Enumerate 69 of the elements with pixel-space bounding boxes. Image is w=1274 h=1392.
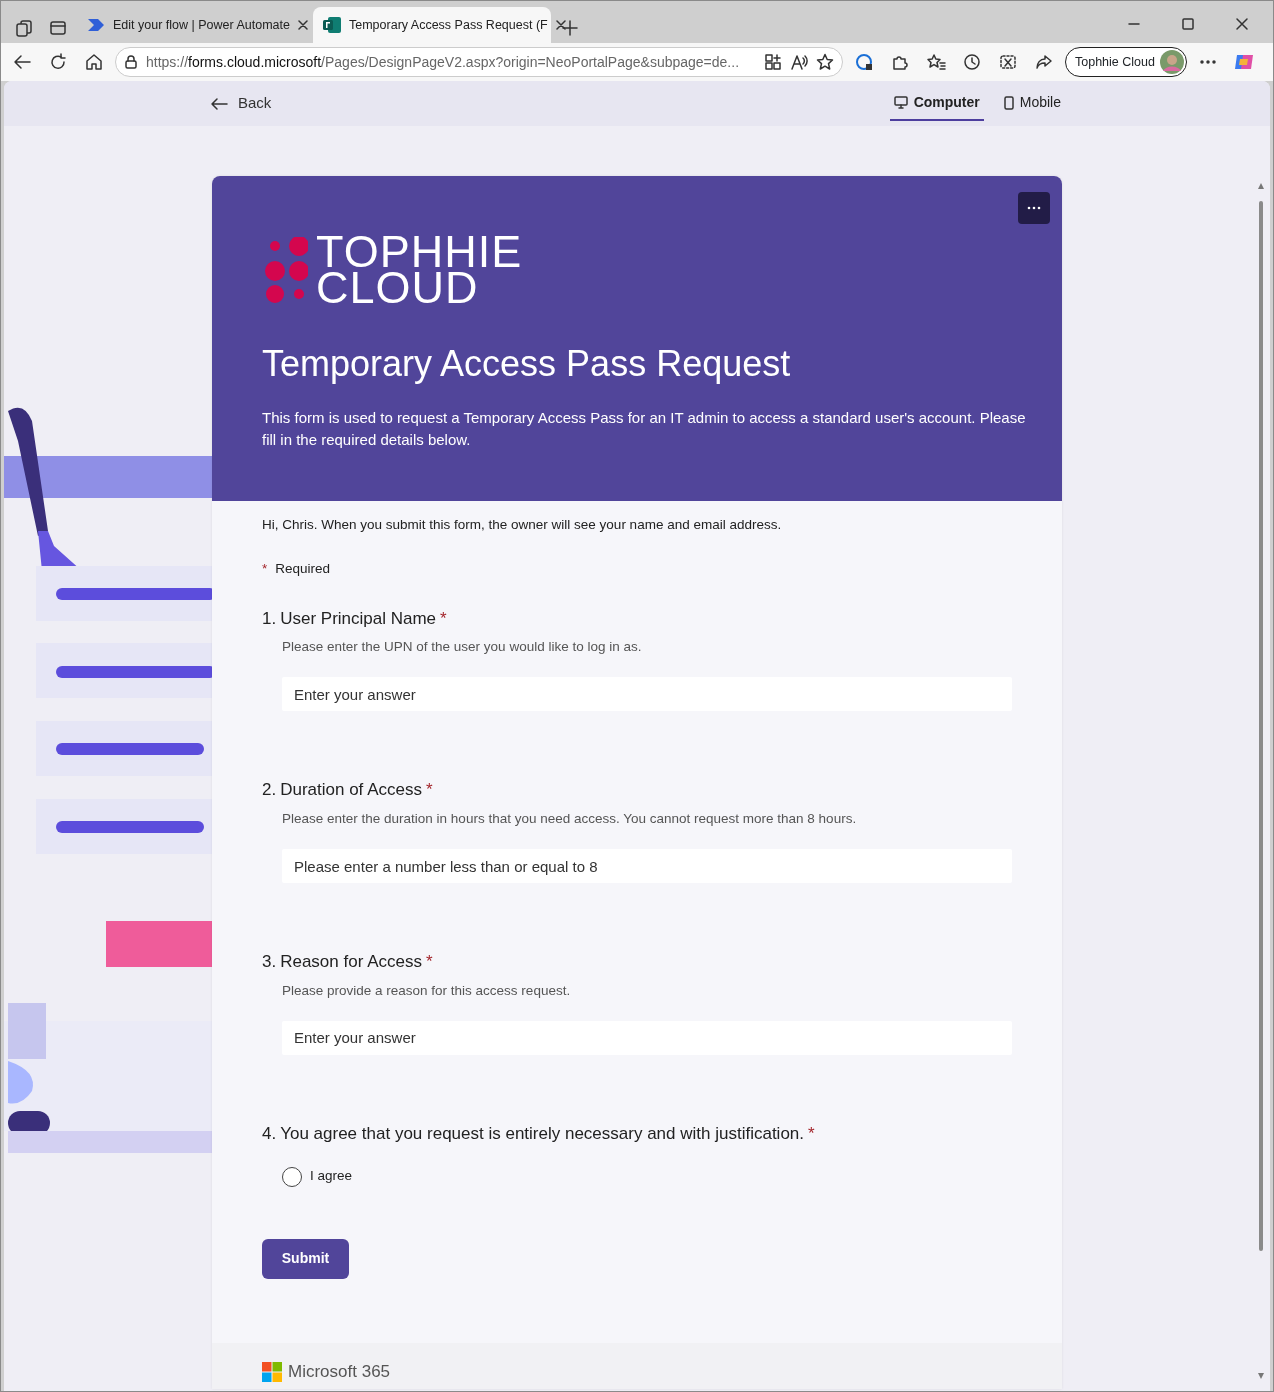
- question-number: 1.: [262, 607, 277, 630]
- answer-field[interactable]: Please enter a number less than or equal to 8: [282, 849, 1012, 884]
- more-icon: [1027, 206, 1041, 210]
- question-hint: Please provide a reason for this access request.: [282, 981, 572, 1000]
- question-title: User Principal Name: [280, 607, 437, 630]
- back-arrow-icon: [210, 96, 228, 111]
- question-title: You agree that you request is entirely necessary and with justification.: [280, 1122, 805, 1145]
- home-icon: [85, 53, 103, 71]
- windows-logo-icon: [262, 1361, 282, 1382]
- close-icon: [1235, 17, 1249, 31]
- lock-icon: [124, 55, 138, 69]
- close-icon[interactable]: [297, 20, 308, 30]
- monitor-icon: [893, 96, 908, 109]
- required-marker: *: [440, 607, 447, 630]
- required-marker: *: [425, 951, 433, 974]
- profile-button[interactable]: Tophhie Cloud: [1065, 47, 1187, 77]
- tab-title: Edit your flow | Power Automate: [113, 16, 290, 34]
- back-icon: [13, 54, 31, 70]
- url-text: https://forms.cloud.microsoft/Pages/DesignPageV2.aspx?origin=NeoPortalPage&subpage=de...: [146, 52, 741, 72]
- chevron-app-icon: [87, 18, 105, 32]
- required-marker: *: [262, 560, 268, 579]
- extensions-icon: [891, 53, 909, 71]
- question-title: Reason for Access: [280, 951, 422, 974]
- scrollbar[interactable]: [1256, 181, 1266, 1381]
- back-link[interactable]: Back: [204, 91, 278, 116]
- avatar-icon: [1159, 50, 1184, 74]
- read-aloud-icon[interactable]: [790, 53, 808, 71]
- question-number: 3.: [262, 951, 277, 974]
- maximize-icon: [1181, 17, 1195, 31]
- favorites-icon: [926, 53, 946, 71]
- question-number: 4.: [262, 1122, 277, 1145]
- refresh-icon: [49, 53, 67, 71]
- workspaces-icon: [15, 19, 33, 37]
- tab-title: Temporary Access Pass Request (F: [349, 16, 548, 34]
- question-title: Duration of Access: [280, 779, 422, 802]
- profile-name: Tophhie Cloud: [1075, 53, 1155, 71]
- more-icon: [1198, 59, 1217, 65]
- history-icon: [963, 53, 981, 71]
- share-icon: [1035, 53, 1053, 71]
- question-number: 2.: [262, 779, 277, 802]
- browser-tab[interactable]: Edit your flow | Power Automate: [77, 7, 309, 43]
- tab-actions-icon: [49, 19, 67, 37]
- app-grid-icon[interactable]: [764, 53, 782, 71]
- logo-text: TOPHHIE: [316, 234, 523, 270]
- view-tab[interactable]: Mobile: [999, 86, 1065, 121]
- logo-text: CLOUD: [316, 270, 479, 306]
- form-description: This form is used to request a Temporary Access Pass for an IT admin to access a standard user's account. Please fill in the required details below.: [262, 408, 1027, 451]
- form-title: Temporary Access Pass Request: [262, 342, 792, 386]
- new-tab-icon: [562, 20, 578, 36]
- close-icon[interactable]: [555, 20, 566, 30]
- star-icon[interactable]: [816, 53, 834, 71]
- screenshot-icon: [999, 53, 1017, 71]
- required-marker: *: [425, 779, 433, 802]
- notice-text: Hi, Chris. When you submit this form, the owner will see your name and email address.: [262, 516, 783, 535]
- question-hint: Please enter the UPN of the user you would like to log in as.: [282, 638, 643, 657]
- view-tab[interactable]: Computer: [889, 86, 984, 121]
- option-label: I agree: [310, 1167, 353, 1186]
- required-label: Required: [275, 560, 331, 579]
- submit-button[interactable]: Submit: [262, 1238, 349, 1279]
- address-bar[interactable]: https://forms.cloud.microsoft/Pages/DesignPageV2.aspx?origin=NeoPortalPage&subpage=de...: [115, 47, 843, 77]
- answer-field[interactable]: Enter your answer: [282, 1020, 1012, 1055]
- dots-logo-icon: [262, 237, 308, 303]
- required-marker: *: [808, 1122, 815, 1145]
- question-hint: Please enter the duration in hours that you need access. You cannot request more than 8 hours.: [282, 809, 858, 828]
- phone-icon: [1003, 95, 1014, 110]
- footer-brand: Microsoft 365: [288, 1360, 391, 1383]
- answer-field[interactable]: Enter your answer: [282, 677, 1012, 712]
- radio-button[interactable]: [282, 1166, 302, 1187]
- forms-app-icon: [323, 17, 341, 33]
